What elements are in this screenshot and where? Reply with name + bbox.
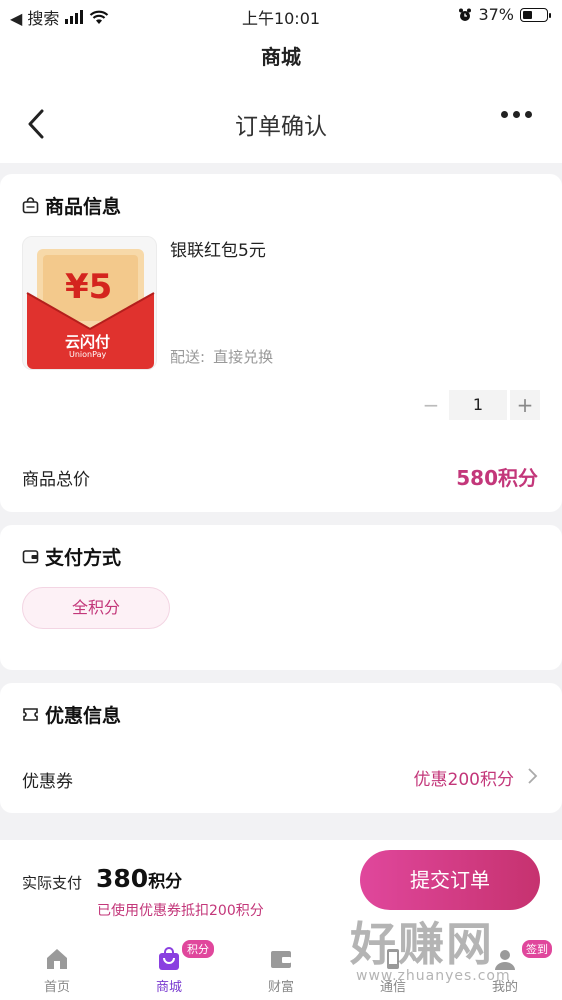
coupon-icon bbox=[23, 708, 38, 721]
tab-label-mall: 商城 bbox=[155, 980, 182, 995]
tab-home[interactable]: 首页 bbox=[12, 946, 102, 995]
payment-amount-unit: 积分 bbox=[148, 872, 183, 892]
status-bar: ◀ 搜索 上午10:01 37% bbox=[0, 0, 562, 30]
bag-icon bbox=[22, 197, 39, 214]
coupon-value: 优惠200积分 bbox=[413, 770, 514, 790]
payment-option-full-points[interactable]: 全积分 bbox=[22, 587, 170, 629]
product-info-card: 商品信息 ¥5 云闪付 UnionPay 银联红包5元 配送: 直接兑换 − 1 … bbox=[0, 174, 562, 512]
product-image[interactable]: ¥5 云闪付 UnionPay bbox=[22, 236, 157, 370]
tab-label-telecom: 通信 bbox=[379, 980, 406, 995]
decrease-quantity-button[interactable]: − bbox=[416, 390, 446, 420]
delivery-value: 直接兑换 bbox=[213, 348, 274, 366]
payment-method-header: 支付方式 bbox=[22, 543, 121, 570]
discount-info-header: 优惠信息 bbox=[22, 701, 121, 728]
product-name: 银联红包5元 bbox=[170, 241, 266, 261]
tab-wealth[interactable]: 财富 bbox=[236, 946, 326, 995]
submit-order-button[interactable]: 提交订单 bbox=[360, 850, 540, 910]
battery-percent: 37% bbox=[478, 5, 514, 24]
delivery-label: 配送: bbox=[170, 348, 206, 366]
wallet-icon bbox=[22, 550, 39, 564]
more-menu-icon[interactable] bbox=[501, 111, 532, 118]
payment-amount-number: 380 bbox=[96, 864, 149, 893]
delivery-info: 配送: 直接兑换 bbox=[170, 346, 273, 367]
checkin-badge: 签到 bbox=[522, 940, 552, 958]
quantity-stepper: − 1 + bbox=[416, 390, 540, 420]
product-info-header: 商品信息 bbox=[22, 192, 121, 219]
alarm-clock-icon bbox=[459, 8, 472, 21]
coupon-label: 优惠券 bbox=[22, 772, 73, 792]
coupon-applied-note: 已使用优惠券抵扣200积分 bbox=[97, 903, 264, 919]
home-icon bbox=[47, 949, 67, 969]
points-badge: 积分 bbox=[182, 940, 214, 958]
shopping-bag-icon bbox=[159, 947, 179, 970]
product-info-title: 商品信息 bbox=[45, 196, 122, 218]
total-price-value: 580积分 bbox=[456, 466, 538, 490]
discount-info-title: 优惠信息 bbox=[45, 705, 122, 727]
app-title: 商城 bbox=[0, 30, 562, 85]
phone-icon bbox=[387, 949, 399, 969]
payment-method-title: 支付方式 bbox=[45, 547, 122, 569]
bottom-tab-bar: 首页 商城 积分 财富 通信 我的 签到 bbox=[0, 940, 562, 1000]
payment-method-card: 支付方式 全积分 bbox=[0, 525, 562, 670]
tab-label-mine: 我的 bbox=[491, 980, 518, 995]
page-title: 订单确认 bbox=[235, 114, 327, 140]
discount-info-card: 优惠信息 优惠券 优惠200积分 bbox=[0, 683, 562, 813]
nav-bar: 订单确认 bbox=[0, 85, 562, 163]
total-price-label: 商品总价 bbox=[22, 470, 90, 490]
tab-label-home: 首页 bbox=[43, 980, 70, 995]
user-icon bbox=[495, 950, 515, 970]
envelope-amount: ¥5 bbox=[65, 267, 113, 307]
actual-payment-label: 实际支付 bbox=[22, 874, 83, 892]
envelope-brand: 云闪付 bbox=[65, 333, 111, 351]
actual-payment-amount: 380积分 bbox=[96, 864, 182, 893]
tab-label-wealth: 财富 bbox=[267, 980, 294, 995]
status-right: 37% bbox=[458, 5, 551, 24]
chevron-right-icon bbox=[528, 768, 538, 784]
envelope-brand-en: UnionPay bbox=[69, 350, 107, 359]
quantity-value[interactable]: 1 bbox=[449, 390, 507, 420]
battery-icon bbox=[520, 7, 551, 22]
tab-telecom[interactable]: 通信 bbox=[348, 946, 438, 995]
increase-quantity-button[interactable]: + bbox=[510, 390, 540, 420]
wallet-tab-icon bbox=[271, 951, 291, 968]
